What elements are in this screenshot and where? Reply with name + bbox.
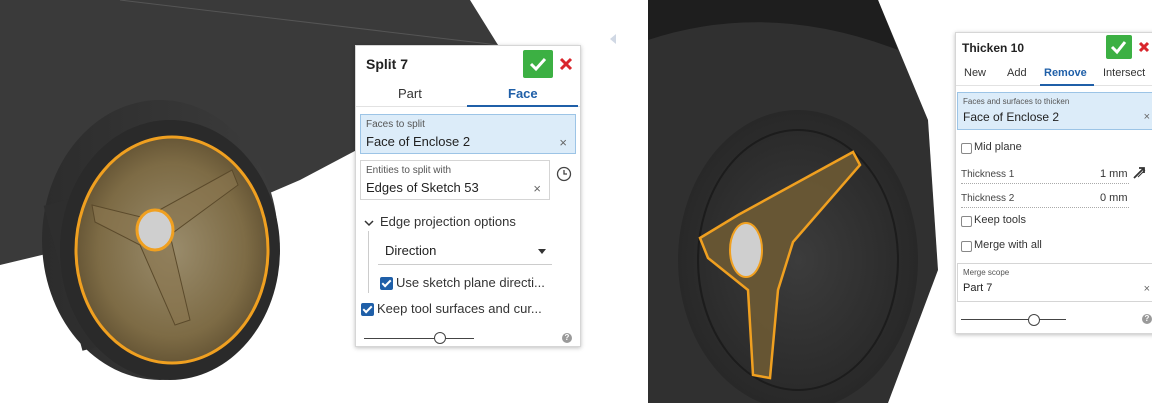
clock-icon[interactable] [556,166,572,182]
field-label: Entities to split with [366,165,452,176]
tab-add[interactable]: Add [1007,67,1027,79]
clear-icon[interactable]: × [1144,283,1150,295]
keep-tool-surfaces-label: Keep tool surfaces and cur... [377,301,542,316]
entities-to-split-field[interactable]: Entities to split with Edges of Sketch 5… [360,160,550,200]
panel-title: Thicken 10 [962,41,1025,55]
thickness1-value[interactable]: 1 mm [1100,168,1128,180]
close-icon [559,57,573,71]
keep-tool-surfaces-checkbox[interactable] [361,303,374,316]
merge-with-all-checkbox[interactable] [961,241,972,252]
select-value: Direction [385,243,437,258]
help-icon[interactable]: ? [562,333,572,343]
slider-track[interactable] [961,319,1066,320]
slider-thumb[interactable] [1028,314,1040,326]
confirm-button[interactable] [523,50,553,78]
cancel-button[interactable] [1136,39,1152,61]
panel-collapse-arrow[interactable] [610,34,616,44]
merge-scope-field[interactable]: Merge scope Part 7 × [957,263,1152,302]
hub-circle-right [729,222,763,278]
clear-icon[interactable]: × [1144,111,1150,123]
field-value: Face of Enclose 2 [963,110,1060,124]
split-feature-panel: Split 7 Part Face Faces to split Face of… [355,45,581,347]
mid-plane-label: Mid plane [974,141,1022,153]
thickness1-underline [961,183,1129,184]
panel-title: Split 7 [366,56,409,72]
confirm-button[interactable] [1106,35,1132,59]
slider-track[interactable] [364,338,474,339]
thicken-feature-panel: Thicken 10 New Add Remove Intersect Face… [955,32,1152,334]
field-label: Faces to split [366,119,425,130]
active-tab-underline [1040,84,1094,86]
keep-tools-checkbox[interactable] [961,216,972,227]
viewport-right[interactable] [648,0,968,403]
edge-projection-options-label[interactable]: Edge projection options [380,214,516,229]
checkmark-icon [1110,41,1127,55]
thickness1-label: Thickness 1 [961,169,1015,180]
use-sketch-plane-label: Use sketch plane directi... [396,275,545,290]
direction-select[interactable]: Direction [378,238,552,265]
field-value: Face of Enclose 2 [366,134,471,149]
cancel-button[interactable] [556,54,578,76]
keep-tools-label: Keep tools [974,214,1026,226]
mid-plane-checkbox[interactable] [961,143,972,154]
field-value: Part 7 [963,282,993,294]
clear-icon[interactable]: × [533,181,541,196]
checkmark-icon [529,57,547,72]
field-label: Merge scope [963,268,1010,277]
field-value: Edges of Sketch 53 [366,180,479,195]
thickness2-underline [961,207,1129,208]
clear-icon[interactable]: × [559,135,567,150]
tab-part[interactable]: Part [398,86,422,101]
help-icon[interactable]: ? [1142,314,1152,324]
thickness2-value[interactable]: 0 mm [1100,192,1128,204]
chevron-down-icon[interactable] [363,218,375,228]
tab-new[interactable]: New [964,67,986,79]
thickness2-label: Thickness 2 [961,193,1015,204]
active-tab-underline [467,105,578,107]
tab-face[interactable]: Face [508,86,538,101]
flip-direction-icon[interactable] [1132,164,1148,180]
section-indent-line [368,231,369,293]
tab-bar: New Add Remove Intersect [956,59,1152,86]
faces-to-thicken-field[interactable]: Faces and surfaces to thicken Face of En… [957,92,1152,130]
merge-with-all-label: Merge with all [974,239,1042,251]
tab-intersect[interactable]: Intersect [1103,67,1145,79]
hub-circle [135,208,175,252]
tab-remove[interactable]: Remove [1044,67,1087,79]
close-icon [1138,41,1150,53]
slider-thumb[interactable] [434,332,446,344]
field-label: Faces and surfaces to thicken [963,97,1070,106]
tab-bar: Part Face [356,82,580,107]
use-sketch-plane-checkbox[interactable] [380,277,393,290]
faces-to-split-field[interactable]: Faces to split Face of Enclose 2 × [360,114,576,154]
caret-down-icon [538,249,546,254]
